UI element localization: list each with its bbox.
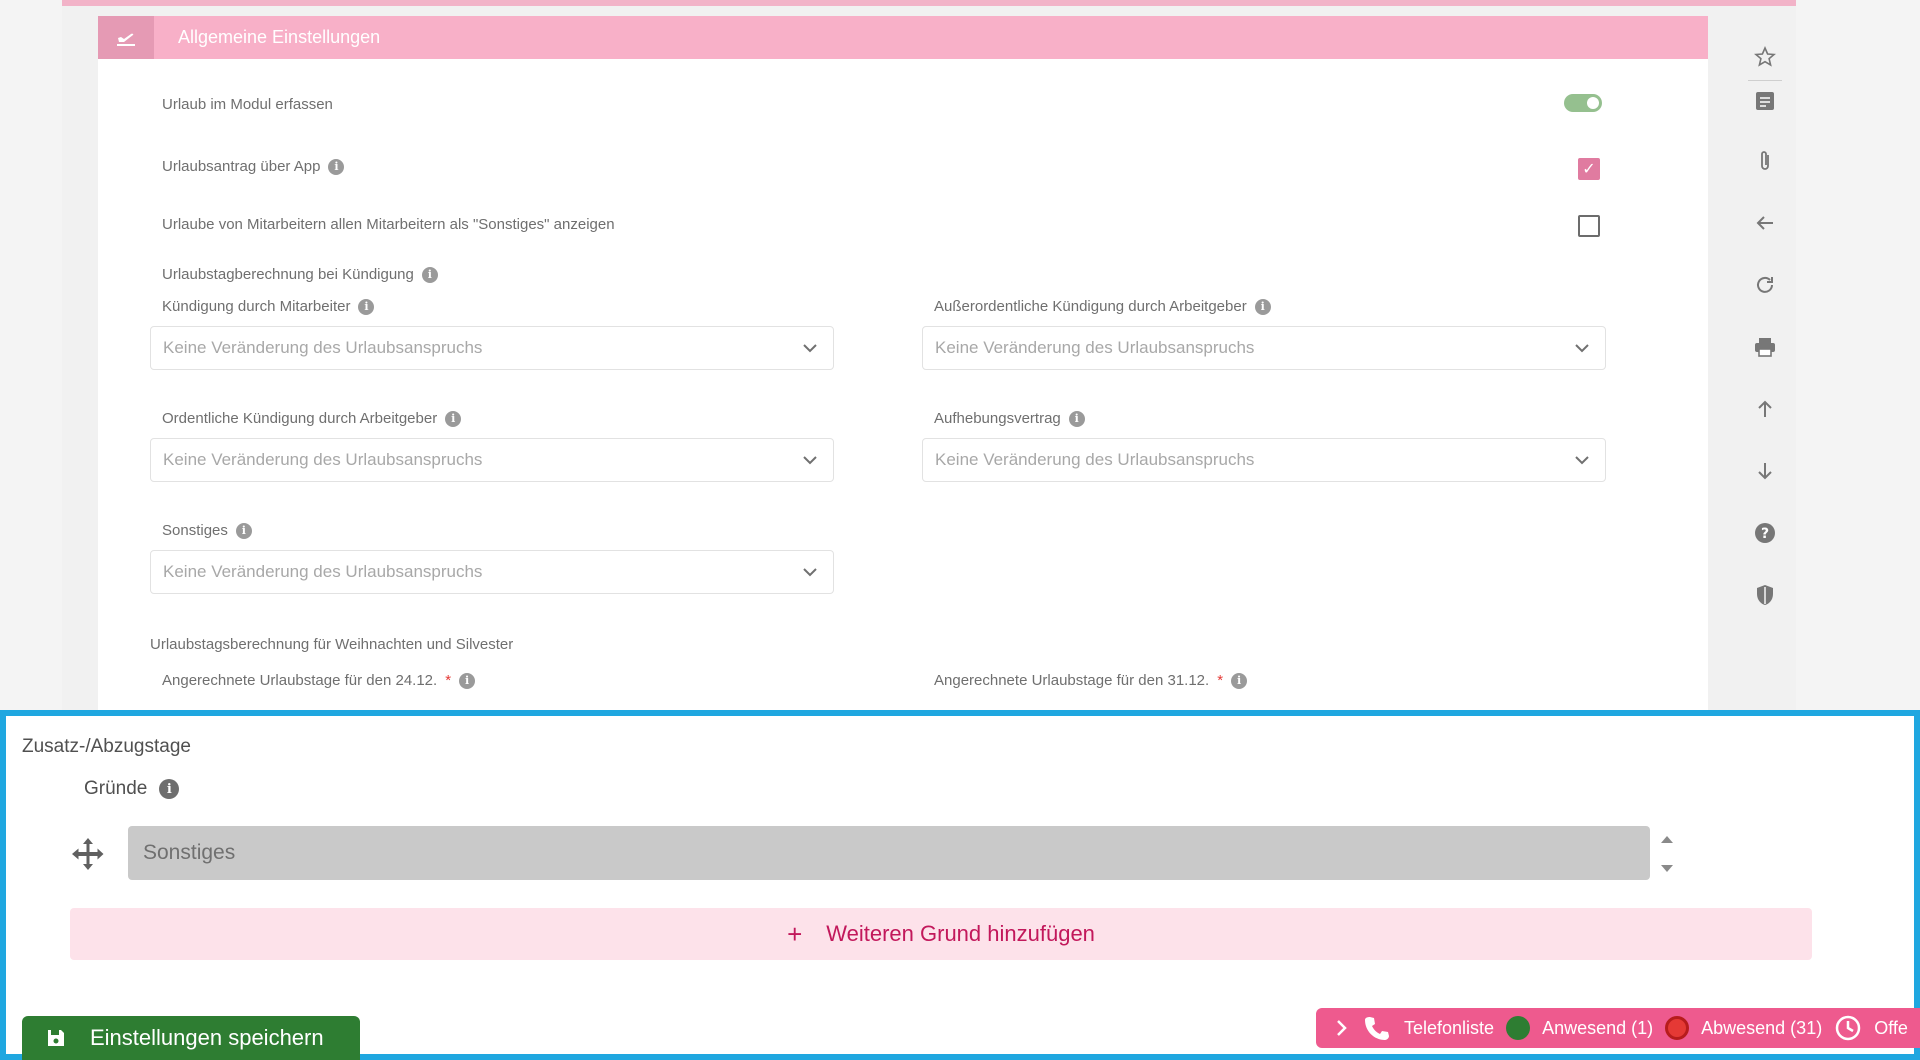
- ordinary-termination-select[interactable]: Keine Veränderung des Urlaubsanspruchs: [150, 438, 834, 482]
- arrow-down-icon[interactable]: [1748, 454, 1782, 488]
- module-label: Urlaub im Modul erfassen: [162, 96, 333, 113]
- chevron-down-icon: [803, 568, 817, 577]
- reorder-arrows: [1658, 834, 1676, 874]
- other-termination-label: Sonstiges i: [162, 522, 252, 539]
- move-up-icon[interactable]: [1660, 834, 1674, 844]
- select-value: Keine Veränderung des Urlaubsanspruchs: [163, 338, 483, 357]
- employee-termination-select[interactable]: Keine Veränderung des Urlaubsanspruchs: [150, 326, 834, 370]
- christmas-section: Urlaubstagsberechnung für Weihnachten un…: [150, 636, 514, 653]
- other-termination-text: Sonstiges: [162, 522, 228, 539]
- additional-days-panel: Zusatz-/Abzugstage Gründe i + Weiteren G…: [0, 710, 1920, 1060]
- info-icon[interactable]: i: [1254, 298, 1271, 315]
- absent-count[interactable]: Abwesend (31): [1701, 1018, 1822, 1039]
- chevron-right-icon[interactable]: [1334, 1018, 1350, 1038]
- plus-icon: +: [787, 918, 803, 949]
- add-reason-button[interactable]: + Weiteren Grund hinzufügen: [70, 908, 1812, 960]
- airplane-departure-icon: [98, 16, 154, 59]
- termination-section-text: Urlaubstagberechnung bei Kündigung: [162, 266, 414, 283]
- add-reason-label: Weiteren Grund hinzufügen: [826, 921, 1095, 946]
- paperclip-icon[interactable]: [1748, 144, 1782, 178]
- dec24-label: Angerechnete Urlaubstage für den 24.12. *…: [162, 672, 476, 689]
- select-value: Keine Veränderung des Urlaubsanspruchs: [163, 450, 483, 469]
- info-icon[interactable]: i: [235, 522, 252, 539]
- reasons-label: Gründe i: [84, 778, 180, 800]
- open-count[interactable]: Offe: [1874, 1018, 1908, 1039]
- card-header: Allgemeine Einstellungen: [98, 16, 1708, 59]
- chevron-down-icon: [1575, 344, 1589, 353]
- employee-termination-label: Kündigung durch Mitarbeiter i: [162, 298, 375, 315]
- info-icon[interactable]: i: [421, 266, 438, 283]
- termination-agreement-select[interactable]: Keine Veränderung des Urlaubsanspruchs: [922, 438, 1606, 482]
- termination-section: Urlaubstagberechnung bei Kündigung i: [162, 266, 438, 283]
- panel-title: Zusatz-/Abzugstage: [22, 736, 191, 757]
- save-settings-label: Einstellungen speichern: [90, 1025, 324, 1050]
- refresh-icon[interactable]: [1748, 268, 1782, 302]
- print-icon[interactable]: [1748, 330, 1782, 364]
- dec24-text: Angerechnete Urlaubstage für den 24.12.: [162, 672, 438, 689]
- others-checkbox[interactable]: [1578, 215, 1600, 237]
- ordinary-termination-label: Ordentliche Kündigung durch Arbeitgeber i: [162, 410, 462, 427]
- absent-status-icon: [1665, 1016, 1690, 1040]
- info-icon[interactable]: i: [445, 410, 462, 427]
- top-strip: [62, 0, 1796, 6]
- other-termination-select[interactable]: Keine Veränderung des Urlaubsanspruchs: [150, 550, 834, 594]
- employee-termination-text: Kündigung durch Mitarbeiter: [162, 298, 351, 315]
- info-icon[interactable]: i: [328, 158, 345, 175]
- info-icon[interactable]: i: [159, 779, 180, 799]
- status-bar: Telefonliste Anwesend (1) Abwesend (31) …: [1316, 1008, 1920, 1048]
- required-mark: *: [1217, 672, 1224, 689]
- chevron-down-icon: [803, 456, 817, 465]
- select-value: Keine Veränderung des Urlaubsanspruchs: [935, 450, 1255, 469]
- termination-agreement-label: Aufhebungsvertrag i: [934, 410, 1085, 427]
- reason-input[interactable]: [128, 826, 1650, 880]
- help-icon[interactable]: ?: [1748, 516, 1782, 550]
- phone-list-link[interactable]: Telefonliste: [1404, 1018, 1494, 1039]
- others-label-text: Urlaube von Mitarbeitern allen Mitarbeit…: [162, 216, 615, 233]
- select-value: Keine Veränderung des Urlaubsanspruchs: [163, 562, 483, 581]
- extraordinary-termination-select[interactable]: Keine Veränderung des Urlaubsanspruchs: [922, 326, 1606, 370]
- ordinary-termination-text: Ordentliche Kündigung durch Arbeitgeber: [162, 410, 438, 427]
- extraordinary-termination-label: Außerordentliche Kündigung durch Arbeitg…: [934, 298, 1271, 315]
- chevron-down-icon: [1575, 456, 1589, 465]
- required-mark: *: [445, 672, 452, 689]
- app-label-text: Urlaubsantrag über App: [162, 158, 321, 175]
- info-icon[interactable]: i: [459, 672, 476, 689]
- module-label-text: Urlaub im Modul erfassen: [162, 96, 333, 113]
- select-value: Keine Veränderung des Urlaubsanspruchs: [935, 338, 1255, 357]
- present-count[interactable]: Anwesend (1): [1542, 1018, 1653, 1039]
- arrow-left-icon[interactable]: [1748, 206, 1782, 240]
- move-down-icon[interactable]: [1660, 864, 1674, 874]
- others-label: Urlaube von Mitarbeitern allen Mitarbeit…: [162, 216, 615, 233]
- shield-icon[interactable]: [1748, 578, 1782, 612]
- clock-icon: [1835, 1015, 1861, 1041]
- extraordinary-termination-text: Außerordentliche Kündigung durch Arbeitg…: [934, 298, 1247, 315]
- info-icon[interactable]: i: [1068, 410, 1085, 427]
- info-icon[interactable]: i: [1231, 672, 1248, 689]
- termination-agreement-text: Aufhebungsvertrag: [934, 410, 1061, 427]
- card-title: Allgemeine Einstellungen: [178, 27, 381, 47]
- dec31-label: Angerechnete Urlaubstage für den 31.12. *…: [934, 672, 1248, 689]
- app-label: Urlaubsantrag über App i: [162, 158, 345, 175]
- drag-handle-icon[interactable]: [70, 836, 106, 872]
- svg-text:?: ?: [1761, 526, 1769, 542]
- info-icon[interactable]: i: [358, 298, 375, 315]
- reasons-label-text: Gründe: [84, 778, 148, 799]
- save-settings-button[interactable]: Einstellungen speichern: [22, 1016, 360, 1060]
- toolbar-separator: [1748, 80, 1782, 81]
- arrow-up-icon[interactable]: [1748, 392, 1782, 426]
- present-status-icon: [1506, 1016, 1531, 1040]
- star-icon[interactable]: [1748, 40, 1782, 74]
- chevron-down-icon: [803, 344, 817, 353]
- document-icon[interactable]: [1748, 84, 1782, 118]
- app-checkbox[interactable]: ✓: [1578, 158, 1600, 180]
- phone-icon: [1365, 1017, 1389, 1040]
- floppy-disk-icon: [48, 1030, 64, 1046]
- dec31-text: Angerechnete Urlaubstage für den 31.12.: [934, 672, 1210, 689]
- module-toggle[interactable]: [1564, 94, 1602, 112]
